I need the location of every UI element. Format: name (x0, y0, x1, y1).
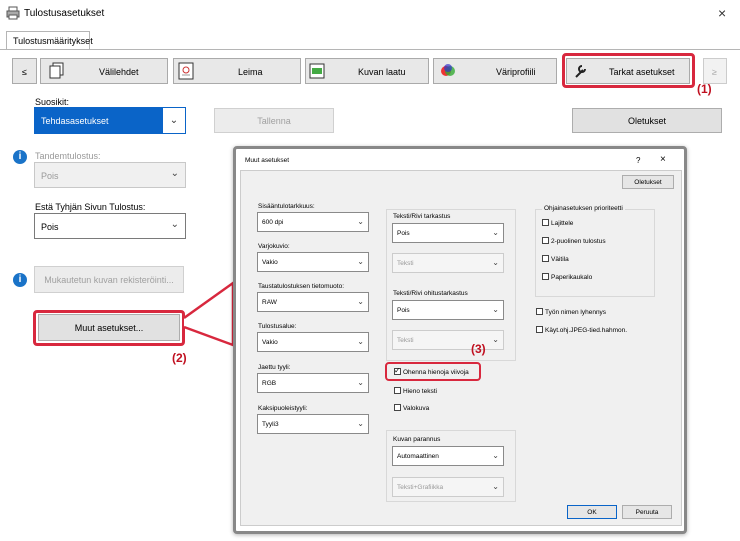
priority-label: Ohjainasetuksen prioriteetti (542, 205, 625, 212)
callout-3: (3) (471, 342, 486, 356)
checkbox-fine-text[interactable]: Hieno teksti (394, 387, 437, 395)
spool-format-label: Taustatulostuksen tietomuoto: (258, 283, 344, 290)
help-icon[interactable]: ? (636, 156, 640, 165)
chevron-down-icon: ⌄ (357, 419, 364, 428)
image-enhance-select[interactable]: Automaattinen ⌄ (392, 446, 504, 466)
chevron-down-icon: ⌄ (357, 337, 364, 346)
text-line-select[interactable]: Pois ⌄ (392, 223, 504, 243)
cancel-button[interactable]: Peruuta (622, 505, 672, 519)
checkbox-duplex[interactable]: 2-puolinen tulostus (542, 237, 606, 245)
input-resolution-select[interactable]: 600 dpi ⌄ (257, 212, 369, 232)
chevron-down-icon: ⌄ (357, 257, 364, 266)
text-line-thin-select[interactable]: Pois ⌄ (392, 300, 504, 320)
chevron-down-icon: ⌄ (357, 217, 364, 226)
checkbox-paper-tray[interactable]: Paperikaukalo (542, 273, 592, 281)
chevron-down-icon: ⌄ (357, 378, 364, 387)
chevron-down-icon: ⌄ (492, 305, 499, 314)
ok-button[interactable]: OK (567, 505, 617, 519)
text-line-thin-sub-select[interactable]: Teksti ⌄ (392, 330, 504, 350)
checkbox-jpeg[interactable]: Käyt.ohj.JPEG-tied.hahmon. (536, 326, 627, 334)
duplex-style-select[interactable]: Tyyli3 ⌄ (257, 414, 369, 434)
checkbox-photo[interactable]: Valokuva (394, 404, 429, 412)
dialog-title: Muut asetukset (245, 157, 290, 164)
print-area-label: Tulostusalue: (258, 323, 297, 330)
chevron-down-icon: ⌄ (492, 482, 499, 491)
image-enhance-label: Kuvan parannus (393, 436, 441, 443)
chevron-down-icon: ⌄ (492, 451, 499, 460)
print-area-select[interactable]: Vakio ⌄ (257, 332, 369, 352)
text-line-label: Teksti/Rivi tarkastus (393, 213, 451, 220)
text-line-thin-label: Teksti/Rivi ohitustarkastus (393, 290, 468, 297)
chevron-down-icon: ⌄ (492, 335, 499, 344)
shading-select[interactable]: Vakio ⌄ (257, 252, 369, 272)
checkbox-color-mode[interactable]: Väitila (542, 255, 569, 263)
shading-label: Varjokuvio: (258, 243, 290, 250)
chevron-down-icon: ⌄ (492, 228, 499, 237)
text-line-sub-select[interactable]: Teksti ⌄ (392, 253, 504, 273)
color-mode-label: Jaettu tyyli: (258, 364, 291, 371)
image-enhance-sub-select[interactable]: Teksti+Grafiikka ⌄ (392, 477, 504, 497)
dialog-close-icon[interactable]: × (660, 154, 666, 165)
chevron-down-icon: ⌄ (357, 297, 364, 306)
chevron-down-icon: ⌄ (492, 258, 499, 267)
spool-format-select[interactable]: RAW ⌄ (257, 292, 369, 312)
checkbox-job-name[interactable]: Työn nimen lyhennys (536, 308, 606, 316)
input-resolution-label: Sisääntulotarkkuus: (258, 203, 315, 210)
dialog-defaults-button[interactable]: Oletukset (622, 175, 674, 189)
duplex-style-label: Kaksipuoleistyyli: (258, 405, 308, 412)
checkbox-collate[interactable]: Lajittele (542, 219, 573, 227)
color-mode-select[interactable]: RGB ⌄ (257, 373, 369, 393)
highlight-thin-lines (385, 362, 481, 381)
